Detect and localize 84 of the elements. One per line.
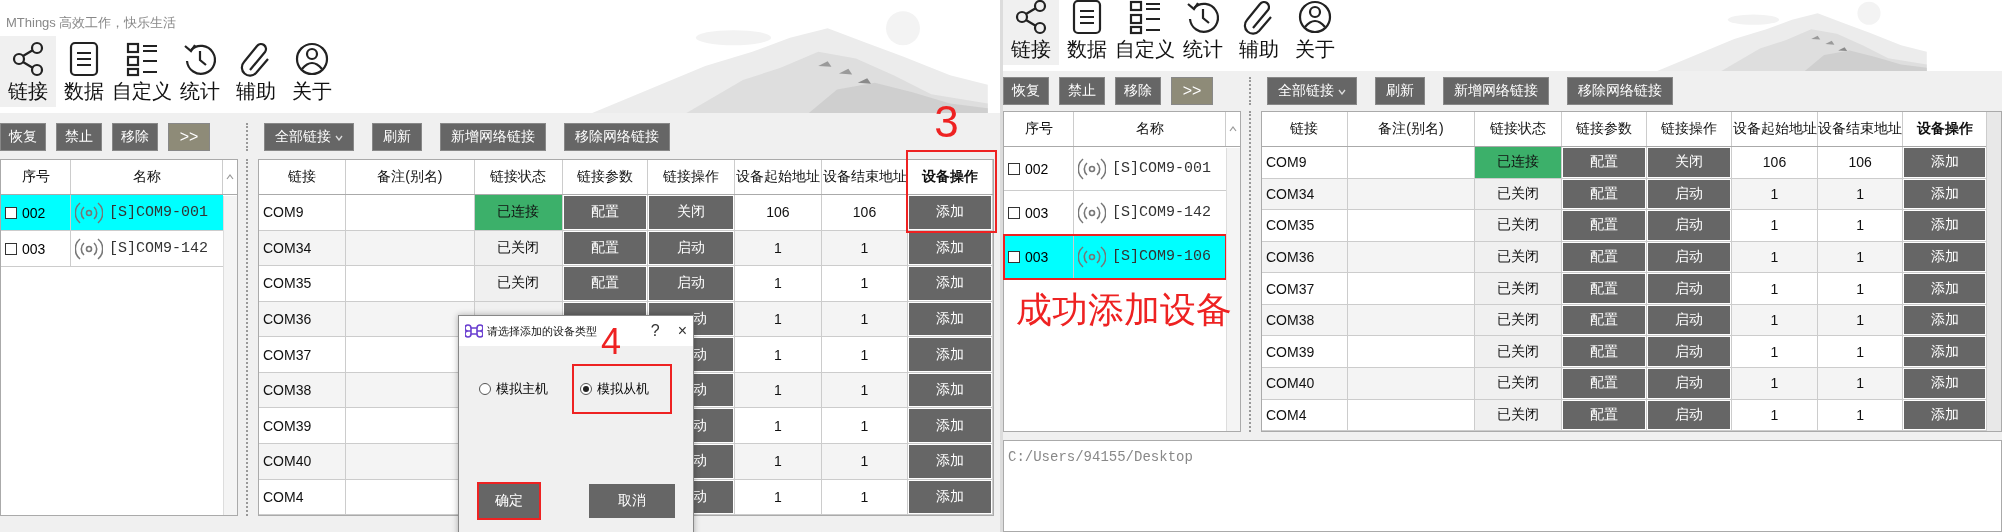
device-name: [S]COM9-106: [1112, 248, 1212, 265]
column-header: 序号: [1, 160, 71, 194]
table-cell: 1: [1732, 241, 1818, 273]
table-cell: 1: [735, 337, 822, 372]
column-header: 名称: [1074, 112, 1226, 146]
table-cell: COM4: [259, 479, 346, 515]
table-cell: COM9: [259, 195, 346, 230]
device-name: [S]COM9-001: [1112, 160, 1212, 177]
table-cell: COM4: [1262, 399, 1348, 431]
table-cell: COM38: [259, 372, 346, 408]
device-name: [S]COM9-001: [109, 204, 209, 221]
table-cell: 1: [1732, 399, 1818, 431]
table-cell: 1: [735, 301, 822, 337]
log-text: C:/Users/94155/Desktop: [1008, 449, 1193, 465]
annotation-number: 3: [934, 100, 959, 144]
table-cell: COM34: [1262, 178, 1348, 210]
annotation-text: 成功添加设备: [1016, 288, 1232, 332]
row-number: 002: [22, 204, 46, 221]
row-number: 003: [1025, 248, 1049, 265]
status-cell: 已关闭: [1475, 210, 1563, 241]
table-cell: 1: [1732, 304, 1818, 336]
table-cell: 1: [735, 408, 822, 443]
column-header: 链接状态: [1475, 112, 1563, 146]
table-cell: 1: [735, 230, 822, 266]
column-header: 链接: [1262, 112, 1348, 146]
row-number: 002: [1025, 160, 1049, 177]
status-cell: 已关闭: [1475, 399, 1563, 431]
table-cell: COM39: [259, 408, 346, 443]
table-cell: COM9: [1262, 147, 1348, 178]
table-cell: COM36: [1262, 241, 1348, 273]
table-cell: COM36: [259, 301, 346, 337]
column-header: 链接状态: [475, 160, 563, 194]
status-cell: 已关闭: [475, 230, 563, 266]
table-cell: 1: [1732, 178, 1818, 210]
row-number: 003: [22, 240, 46, 257]
column-header: 序号: [1004, 112, 1074, 146]
table-cell: COM40: [259, 443, 346, 479]
column-header: 链接操作: [648, 160, 736, 194]
table-cell: COM40: [1262, 367, 1348, 399]
table-cell: 1: [1732, 210, 1818, 241]
column-header: 链接参数: [1562, 112, 1647, 146]
status-cell: 已关闭: [1475, 273, 1563, 304]
table-cell: 106: [1732, 147, 1818, 178]
column-header: 设备结束地址: [1817, 112, 1904, 146]
table-cell: 1: [735, 443, 822, 479]
table-cell: 1: [1732, 336, 1818, 367]
column-header: 设备结束地址: [821, 160, 909, 194]
annotation-number: 4: [601, 322, 622, 362]
table-cell: COM37: [1262, 273, 1348, 304]
column-header: 设备操作: [1903, 112, 1987, 146]
table-cell: 1: [735, 372, 822, 408]
status-cell: 已关闭: [1475, 336, 1563, 367]
table-cell: COM37: [259, 337, 346, 372]
column-header: 备注(别名): [345, 160, 476, 194]
table-cell: 1: [1732, 367, 1818, 399]
status-cell: 已关闭: [1475, 304, 1563, 336]
column-header: 设备起始地址: [735, 160, 822, 194]
status-cell: 已连接: [1475, 147, 1563, 178]
device-name: [S]COM9-142: [1112, 204, 1212, 221]
dialog-title: 请选择添加的设备类型: [487, 323, 597, 339]
table-cell: 1: [735, 479, 822, 515]
table-cell: 1: [735, 266, 822, 301]
table-cell: COM34: [259, 230, 346, 266]
table-cell: 1: [1732, 273, 1818, 304]
row-number: 003: [1025, 204, 1049, 221]
status-cell: 已关闭: [1475, 367, 1563, 399]
status-cell: 已关闭: [1475, 241, 1563, 273]
column-header: 备注(别名): [1347, 112, 1476, 146]
status-cell: 已连接: [475, 195, 563, 230]
column-header: 名称: [71, 160, 223, 194]
column-header: 链接: [259, 160, 346, 194]
table-cell: COM38: [1262, 304, 1348, 336]
device-name: [S]COM9-142: [109, 240, 209, 257]
column-header: 设备起始地址: [1732, 112, 1818, 146]
table-cell: COM39: [1262, 336, 1348, 367]
status-cell: 已关闭: [475, 266, 563, 301]
column-header: 链接参数: [562, 160, 649, 194]
app-title: MThings 高效工作，快乐生活: [6, 14, 177, 32]
table-cell: 106: [735, 195, 822, 230]
table-cell: COM35: [259, 266, 346, 301]
table-cell: COM35: [1262, 210, 1348, 241]
column-header: 设备操作: [908, 160, 993, 194]
column-header: 链接操作: [1646, 112, 1733, 146]
status-cell: 已关闭: [1475, 178, 1563, 210]
